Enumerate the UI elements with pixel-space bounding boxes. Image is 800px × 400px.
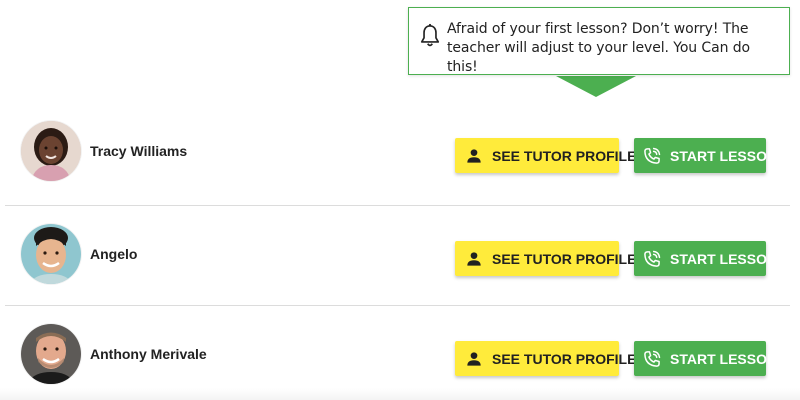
person-icon (464, 349, 484, 369)
see-tutor-profile-label: SEE TUTOR PROFILE (492, 250, 637, 267)
start-lesson-label: START LESSON (670, 250, 778, 267)
see-tutor-profile-button[interactable]: SEE TUTOR PROFILE (455, 241, 636, 276)
see-tutor-profile-button[interactable]: SEE TUTOR PROFILE (455, 341, 636, 376)
bottom-fade (0, 388, 800, 400)
start-lesson-button[interactable]: START LESSON (634, 341, 777, 376)
tutor-row: Tracy Williams SEE TUTOR PROFILE START L… (5, 103, 790, 203)
tutor-list-page: Afraid of your first lesson? Don’t worry… (0, 0, 800, 400)
tooltip-message: Afraid of your first lesson? Don’t worry… (447, 21, 750, 75)
phone-call-icon (642, 249, 662, 269)
person-icon (464, 249, 484, 269)
tutor-name: Anthony Merivale (90, 346, 207, 362)
bell-icon (419, 23, 441, 49)
see-tutor-profile-label: SEE TUTOR PROFILE (492, 350, 637, 367)
phone-call-icon (642, 146, 662, 166)
see-tutor-profile-button[interactable]: SEE TUTOR PROFILE (455, 138, 636, 173)
tutor-row: Anthony Merivale SEE TUTOR PROFILE START… (5, 306, 790, 400)
tutor-name: Tracy Williams (90, 143, 188, 159)
start-lesson-label: START LESSON (670, 350, 778, 367)
start-lesson-label: START LESSON (670, 147, 778, 164)
encouragement-tooltip: Afraid of your first lesson? Don’t worry… (408, 7, 790, 75)
tooltip-arrow (556, 76, 636, 97)
start-lesson-button[interactable]: START LESSON (634, 241, 777, 276)
phone-call-icon (642, 349, 662, 369)
person-icon (464, 146, 484, 166)
start-lesson-button[interactable]: START LESSON (634, 138, 777, 173)
avatar[interactable] (21, 224, 81, 284)
tutor-name: Angelo (90, 246, 138, 262)
see-tutor-profile-label: SEE TUTOR PROFILE (492, 147, 637, 164)
tutor-row: Angelo SEE TUTOR PROFILE START LESSON (5, 206, 790, 306)
avatar[interactable] (21, 121, 81, 181)
avatar[interactable] (21, 324, 81, 384)
